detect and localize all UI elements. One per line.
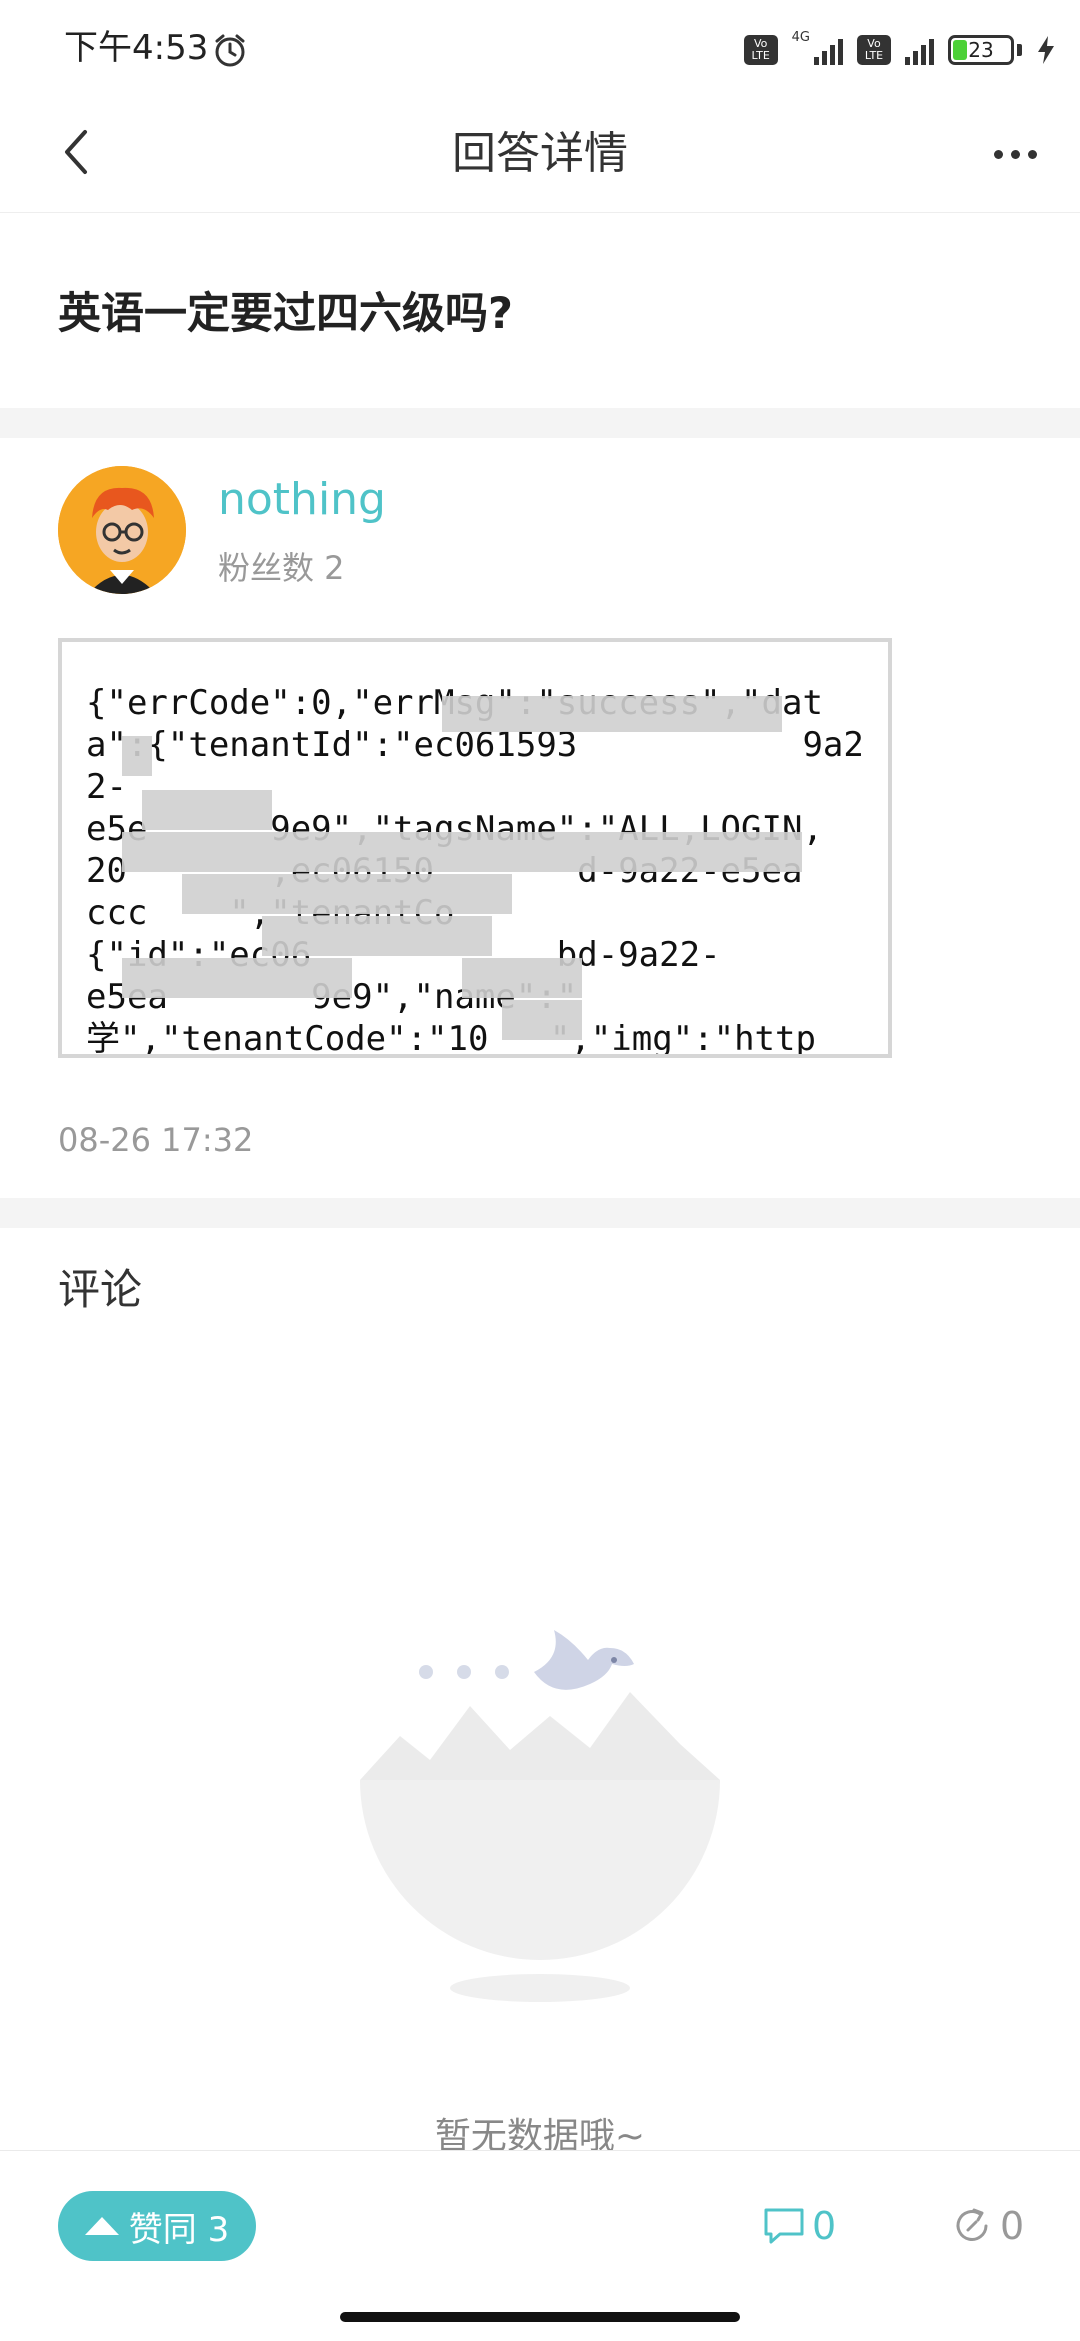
redaction-block bbox=[122, 736, 152, 776]
share-count: 0 bbox=[1000, 2204, 1025, 2248]
more-options-button[interactable] bbox=[980, 126, 1050, 182]
comment-button[interactable]: 0 bbox=[762, 2197, 836, 2255]
home-indicator[interactable] bbox=[340, 2312, 740, 2322]
nav-bar: 回答详情 bbox=[0, 96, 1080, 213]
signal-icon-2 bbox=[905, 35, 934, 65]
redaction-block bbox=[502, 1000, 582, 1040]
status-bar: 下午4:53 Vo LTE 4G Vo LTE 23 bbox=[0, 0, 1080, 96]
page-title: 回答详情 bbox=[452, 128, 628, 179]
redaction-block bbox=[142, 790, 272, 830]
comment-icon bbox=[764, 2208, 804, 2244]
network-type: 4G bbox=[791, 30, 810, 45]
charging-icon bbox=[1038, 36, 1054, 64]
battery-icon: 23 bbox=[948, 35, 1014, 65]
redaction-block bbox=[262, 916, 492, 956]
agree-label: 赞同 3 bbox=[128, 2209, 230, 2250]
redaction-block bbox=[122, 832, 802, 872]
redaction-block bbox=[122, 958, 352, 998]
more-dot-icon bbox=[993, 149, 1003, 159]
triangle-up-icon bbox=[84, 2217, 119, 2235]
agree-button[interactable]: 赞同 3 bbox=[58, 2191, 256, 2261]
battery-level: 23 bbox=[968, 38, 994, 62]
status-indicators: Vo LTE 4G Vo LTE 23 bbox=[743, 30, 1056, 70]
question-title: 英语一定要过四六级吗? bbox=[58, 289, 513, 339]
signal-icon bbox=[814, 35, 843, 65]
chevron-left-icon bbox=[65, 130, 87, 174]
answer-timestamp: 08-26 17:32 bbox=[58, 1121, 254, 1159]
redaction-block bbox=[442, 696, 782, 732]
author-name[interactable]: nothing bbox=[218, 470, 386, 530]
comments-heading: 评论 bbox=[58, 1265, 143, 1314]
fans-count: 粉丝数 2 bbox=[218, 549, 345, 587]
avatar-image bbox=[58, 466, 186, 594]
share-button[interactable]: 0 bbox=[950, 2197, 1024, 2255]
redaction-block bbox=[182, 874, 512, 914]
comment-count: 0 bbox=[812, 2204, 837, 2248]
section-divider bbox=[0, 1198, 1080, 1228]
alarm-icon bbox=[215, 34, 245, 67]
back-button[interactable] bbox=[46, 122, 106, 182]
status-time: 下午4:53 bbox=[64, 28, 209, 68]
volte-icon: Vo LTE bbox=[743, 35, 778, 65]
section-divider bbox=[0, 408, 1080, 438]
answer-content-box: {"errCode":0,"errMsg":"success","data":{… bbox=[58, 638, 892, 1058]
share-icon bbox=[956, 2208, 988, 2241]
empty-state-bird-icon bbox=[360, 1630, 720, 2002]
avatar[interactable] bbox=[58, 466, 186, 594]
redaction-block bbox=[462, 958, 582, 998]
volte-icon-2: Vo LTE bbox=[857, 35, 891, 65]
